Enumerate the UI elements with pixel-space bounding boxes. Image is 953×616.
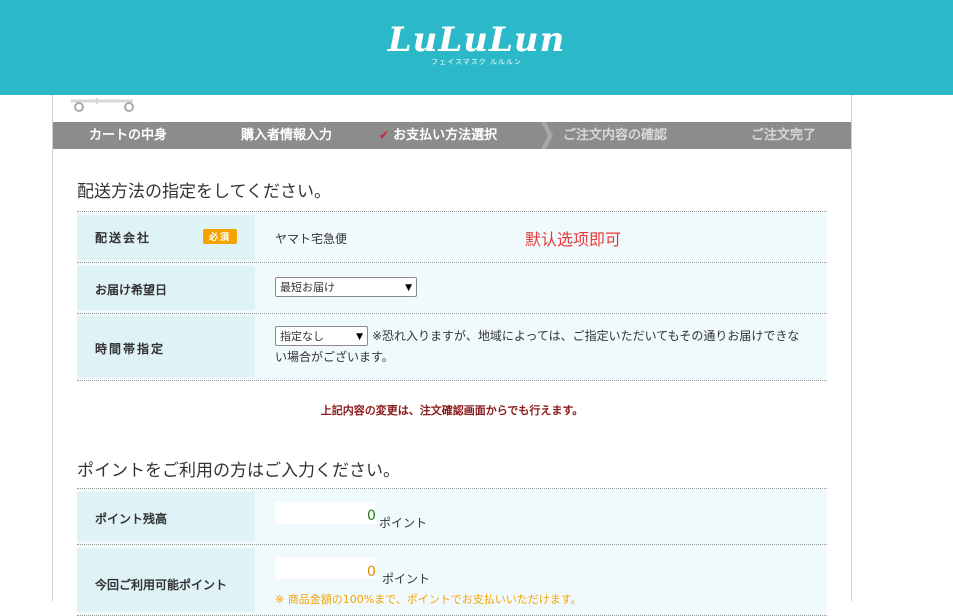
check-icon: ✔	[379, 128, 390, 142]
row-label-bg: 時間帯指定	[77, 317, 255, 377]
step-arrow-icon	[541, 122, 553, 149]
delivery-time-row: 時間帯指定 指定なし ▼ ※恐れ入りますが、地域によっては、ご指定いただいてもそ…	[77, 314, 827, 381]
delivery-time-select-value: 指定なし	[280, 330, 324, 343]
points-usable-row: 今回ご利用可能ポイント 0 ポイント ※ 商品金額の100%まで、ポイントでお支…	[77, 545, 827, 616]
step-cart[interactable]: カートの中身	[89, 122, 167, 149]
row-label-bg: ポイント残高	[77, 492, 255, 541]
points-usable-note: ※ 商品金額の100%まで、ポイントでお支払いいただけます。	[275, 593, 582, 606]
annotation-note: 默认选项即可	[525, 230, 622, 249]
dropdown-arrow-icon: ▼	[356, 332, 363, 342]
delivery-date-row: お届け希望日 最短お届け ▼	[77, 263, 827, 314]
points-usable-input[interactable]	[275, 557, 375, 579]
points-balance-value: 0	[367, 508, 376, 524]
delivery-date-label: お届け希望日	[95, 283, 168, 297]
row-label-bg: 配送会社 必須	[77, 215, 255, 259]
step-payment-label: お支払い方法選択	[393, 128, 498, 143]
points-usable-value: 0	[367, 564, 376, 580]
delivery-time-select[interactable]: 指定なし ▼	[275, 326, 368, 346]
step-payment[interactable]: ✔ お支払い方法選択	[379, 122, 497, 149]
delivery-company-row: 配送会社 必須 ヤマト宅急便 默认选项即可	[77, 212, 827, 263]
delivery-date-select[interactable]: 最短お届け ▼	[275, 277, 417, 297]
site-header: LuLuLun フェイスマスク ルルルン	[0, 0, 953, 95]
required-badge: 必須	[203, 229, 238, 244]
change-notice: 上記内容の変更は、注文確認画面からでも行えます。	[320, 404, 584, 417]
delivery-time-label: 時間帯指定	[95, 342, 166, 356]
checkout-steps: カートの中身 購入者情報入力 ✔ お支払い方法選択 ご注文内容の確認 ご注文完了	[53, 122, 851, 149]
delivery-time-note-line2: い場合がございます。	[275, 350, 394, 364]
points-balance-unit: ポイント	[379, 516, 428, 530]
delivery-date-select-value: 最短お届け	[280, 281, 335, 294]
delivery-form: 配送会社 必須 ヤマト宅急便 默认选项即可 お届け希望日 最短お届け ▼ 時間帯…	[77, 211, 827, 381]
site-logo-subtitle: フェイスマスク ルルルン	[431, 58, 522, 66]
row-label-bg: 今回ご利用可能ポイント	[77, 548, 255, 612]
delivery-company-value: ヤマト宅急便	[275, 232, 348, 246]
dropdown-arrow-icon: ▼	[405, 283, 412, 293]
delivery-company-label: 配送会社	[95, 231, 152, 245]
points-form: ポイント残高 0 ポイント 今回ご利用可能ポイント 0 ポイント ※ 商品金額の…	[77, 488, 827, 616]
step-buyer-info[interactable]: 購入者情報入力	[241, 122, 332, 149]
points-balance-label: ポイント残高	[95, 512, 168, 526]
points-usable-label: 今回ご利用可能ポイント	[95, 578, 228, 592]
points-balance-field	[275, 502, 375, 524]
points-balance-row: ポイント残高 0 ポイント	[77, 489, 827, 545]
delivery-section-title: 配送方法の指定をしてください。	[77, 182, 331, 202]
checkout-container: カートの中身 購入者情報入力 ✔ お支払い方法選択 ご注文内容の確認 ご注文完了 …	[52, 95, 852, 616]
points-section-title: ポイントをご利用の方はご入力ください。	[77, 461, 400, 481]
delivery-time-note-line1: ※恐れ入りますが、地域によっては、ご指定いただいてもその通りお届けできな	[372, 329, 800, 343]
step-confirm: ご注文内容の確認	[563, 128, 668, 143]
row-label-bg: お届け希望日	[77, 266, 255, 310]
step-complete: ご注文完了	[751, 128, 817, 143]
site-logo[interactable]: LuLuLun	[0, 20, 953, 60]
points-usable-unit: ポイント	[382, 572, 431, 586]
cart-icon	[71, 98, 134, 112]
